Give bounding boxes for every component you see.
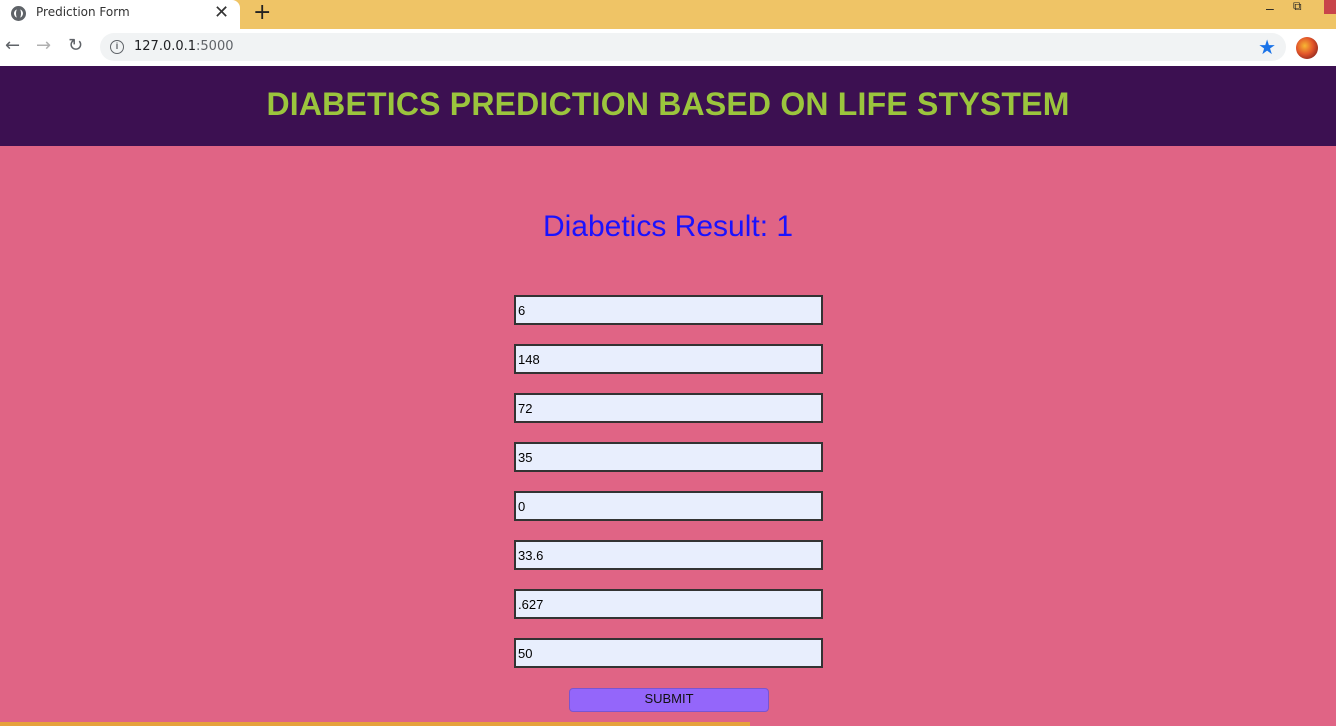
field-1-input[interactable]: [514, 295, 823, 325]
page-header: DIABETICS PREDICTION BASED ON LIFE STYST…: [0, 66, 1336, 146]
window-close-button[interactable]: [1324, 0, 1336, 14]
profile-avatar[interactable]: [1296, 37, 1318, 59]
url-port: :5000: [196, 39, 234, 54]
url-text[interactable]: 127.0.0.1:5000: [134, 39, 234, 54]
browser-tab[interactable]: Prediction Form ✕: [0, 0, 240, 29]
field-7-input[interactable]: [514, 589, 823, 619]
new-tab-button[interactable]: +: [253, 0, 271, 25]
minimize-icon[interactable]: –: [1266, 0, 1274, 16]
bookmark-star-icon[interactable]: ★: [1258, 35, 1276, 60]
url-host: 127.0.0.1: [134, 39, 197, 54]
close-tab-icon[interactable]: ✕: [214, 2, 229, 23]
field-4-input[interactable]: [514, 442, 823, 472]
field-2-input[interactable]: [514, 344, 823, 374]
globe-icon: [11, 6, 26, 21]
forward-icon[interactable]: →: [36, 35, 51, 56]
address-bar[interactable]: i 127.0.0.1:5000 ★: [100, 33, 1286, 61]
field-6-input[interactable]: [514, 540, 823, 570]
tab-title: Prediction Form: [36, 5, 130, 19]
restore-icon[interactable]: ⧉: [1293, 0, 1302, 14]
field-5-input[interactable]: [514, 491, 823, 521]
page-title: DIABETICS PREDICTION BASED ON LIFE STYST…: [266, 86, 1070, 122]
info-icon[interactable]: i: [110, 40, 124, 54]
taskbar-edge: [0, 722, 750, 726]
browser-toolbar: ← → ↻ i 127.0.0.1:5000 ★: [0, 29, 1336, 66]
reload-icon[interactable]: ↻: [68, 35, 83, 56]
submit-button[interactable]: SUBMIT: [569, 688, 769, 712]
field-3-input[interactable]: [514, 393, 823, 423]
field-8-input[interactable]: [514, 638, 823, 668]
prediction-result: Diabetics Result: 1: [542, 210, 794, 243]
back-icon[interactable]: ←: [5, 35, 20, 56]
tab-strip: Prediction Form ✕ + – ⧉: [0, 0, 1336, 29]
